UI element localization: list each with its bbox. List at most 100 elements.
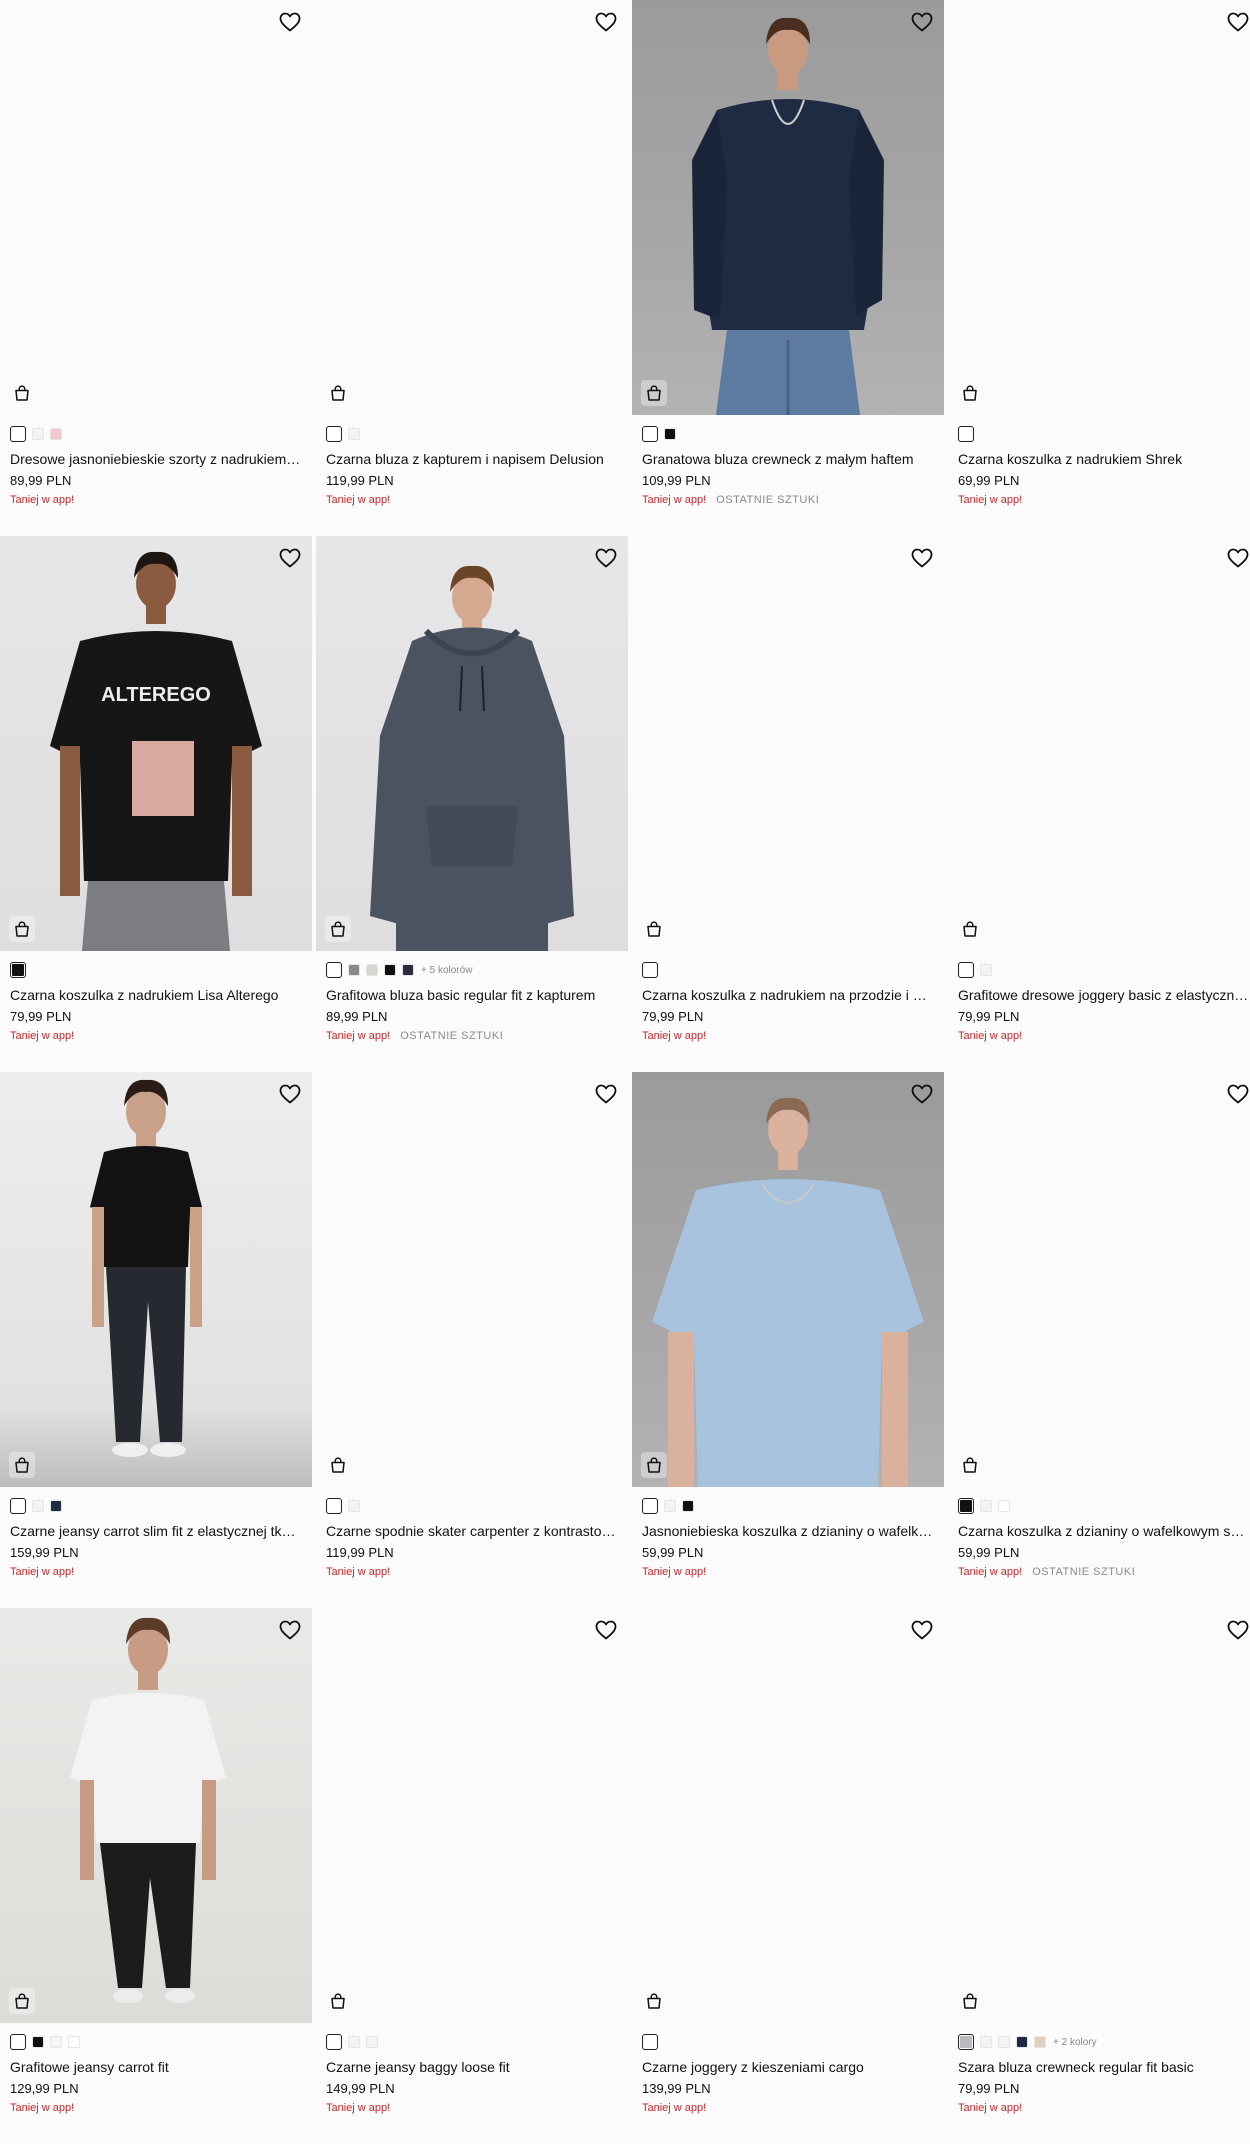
shopping-bag-icon[interactable] (9, 1452, 35, 1478)
color-swatch-selected[interactable] (642, 2034, 658, 2050)
heart-icon[interactable] (1226, 546, 1250, 570)
color-swatch-selected[interactable] (326, 962, 342, 978)
color-swatch-selected[interactable] (10, 1498, 26, 1514)
color-swatch[interactable] (384, 964, 396, 976)
color-swatch-selected[interactable] (958, 426, 974, 442)
product-name[interactable]: Czarna koszulka z dzianiny o wafelkowym … (958, 1522, 1250, 1540)
product-name[interactable]: Grafitowe jeansy carrot fit (10, 2058, 302, 2076)
color-swatch[interactable] (348, 964, 360, 976)
product-image-placeholder[interactable] (948, 536, 1250, 951)
product-card[interactable]: ALTEREGO Czarna koszulka z nadrukiem Lis… (0, 536, 312, 1072)
heart-icon[interactable] (910, 1618, 934, 1642)
color-swatch[interactable] (664, 428, 676, 440)
heart-icon[interactable] (278, 1618, 302, 1642)
color-swatch[interactable] (50, 1500, 62, 1512)
color-swatch[interactable] (32, 2036, 44, 2048)
product-name[interactable]: Czarne joggery z kieszeniami cargo (642, 2058, 934, 2076)
product-card[interactable]: Czarna koszulka z dzianiny o wafelkowym … (948, 1072, 1250, 1608)
heart-icon[interactable] (910, 1082, 934, 1106)
color-swatch[interactable] (366, 964, 378, 976)
product-card[interactable]: Czarna bluza z kapturem i napisem Delusi… (316, 0, 628, 536)
product-image[interactable] (632, 0, 944, 415)
color-swatch[interactable] (980, 964, 992, 976)
color-swatch[interactable] (32, 428, 44, 440)
color-swatch-selected[interactable] (10, 962, 26, 978)
product-image[interactable] (632, 1072, 944, 1487)
product-card[interactable]: Czarna koszulka z nadrukiem na przodzie … (632, 536, 944, 1072)
product-card[interactable]: Dresowe jasnoniebieskie szorty z nadruki… (0, 0, 312, 536)
heart-icon[interactable] (594, 1082, 618, 1106)
color-swatch-selected[interactable] (10, 426, 26, 442)
color-swatch[interactable] (998, 2036, 1010, 2048)
product-card[interactable]: Grafitowe dresowe joggery basic z elasty… (948, 536, 1250, 1072)
product-card[interactable]: Czarne joggery z kieszeniami cargo 139,99… (632, 1608, 944, 2144)
more-colors-label[interactable]: + 2 kolory (1053, 2037, 1097, 2048)
product-image[interactable] (0, 1072, 312, 1487)
shopping-bag-icon[interactable] (9, 916, 35, 942)
color-swatch[interactable] (50, 2036, 62, 2048)
shopping-bag-icon[interactable] (325, 916, 351, 942)
product-name[interactable]: Czarne spodnie skater carpenter z kontra… (326, 1522, 618, 1540)
product-card[interactable]: Granatowa bluza crewneck z małym haftem 1… (632, 0, 944, 536)
product-card[interactable]: Czarne jeansy baggy loose fit 149,99 PLN T… (316, 1608, 628, 2144)
color-swatch-selected[interactable] (326, 1498, 342, 1514)
color-swatch-selected[interactable] (642, 1498, 658, 1514)
shopping-bag-icon[interactable] (641, 380, 667, 406)
color-swatch-selected[interactable] (10, 2034, 26, 2050)
color-swatch-selected[interactable] (642, 426, 658, 442)
shopping-bag-icon[interactable] (9, 1988, 35, 2014)
heart-icon[interactable] (594, 10, 618, 34)
product-card[interactable]: Czarna koszulka z nadrukiem Shrek 69,99 P… (948, 0, 1250, 536)
product-card[interactable]: + 2 kolory Szara bluza crewneck regular f… (948, 1608, 1250, 2144)
product-image-placeholder[interactable] (948, 1608, 1250, 2023)
color-swatch[interactable] (348, 428, 360, 440)
shopping-bag-icon[interactable] (325, 1988, 351, 2014)
shopping-bag-icon[interactable] (641, 916, 667, 942)
product-image-placeholder[interactable] (316, 1608, 628, 2023)
shopping-bag-icon[interactable] (957, 916, 983, 942)
heart-icon[interactable] (278, 546, 302, 570)
product-name[interactable]: Czarne jeansy carrot slim fit z elastycz… (10, 1522, 302, 1540)
product-name[interactable]: Szara bluza crewneck regular fit basic (958, 2058, 1250, 2076)
heart-icon[interactable] (594, 1618, 618, 1642)
product-name[interactable]: Dresowe jasnoniebieskie szorty z nadruki… (10, 450, 302, 468)
product-card[interactable]: Czarne spodnie skater carpenter z kontra… (316, 1072, 628, 1608)
color-swatch[interactable] (32, 1500, 44, 1512)
shopping-bag-icon[interactable] (957, 1988, 983, 2014)
product-card[interactable]: Jasnoniebieska koszulka z dzianiny o waf… (632, 1072, 944, 1608)
more-colors-label[interactable]: + 5 kolorów (421, 965, 472, 976)
color-swatch-selected[interactable] (958, 962, 974, 978)
heart-icon[interactable] (278, 10, 302, 34)
color-swatch[interactable] (980, 2036, 992, 2048)
heart-icon[interactable] (910, 10, 934, 34)
heart-icon[interactable] (910, 546, 934, 570)
color-swatch[interactable] (348, 1500, 360, 1512)
color-swatch-selected[interactable] (958, 1498, 974, 1514)
shopping-bag-icon[interactable] (325, 380, 351, 406)
product-name[interactable]: Jasnoniebieska koszulka z dzianiny o waf… (642, 1522, 934, 1540)
product-image-placeholder[interactable] (632, 536, 944, 951)
shopping-bag-icon[interactable] (641, 1988, 667, 2014)
color-swatch-selected[interactable] (642, 962, 658, 978)
color-swatch[interactable] (68, 2036, 80, 2048)
product-image-placeholder[interactable] (632, 1608, 944, 2023)
color-swatch-selected[interactable] (326, 426, 342, 442)
color-swatch[interactable] (682, 1500, 694, 1512)
product-card[interactable]: + 5 kolorów Grafitowa bluza basic regular… (316, 536, 628, 1072)
product-name[interactable]: Granatowa bluza crewneck z małym haftem (642, 450, 934, 468)
color-swatch[interactable] (1016, 2036, 1028, 2048)
product-name[interactable]: Czarna koszulka z nadrukiem na przodzie … (642, 986, 934, 1004)
product-name[interactable]: Grafitowe dresowe joggery basic z elasty… (958, 986, 1250, 1004)
product-name[interactable]: Czarne jeansy baggy loose fit (326, 2058, 618, 2076)
color-swatch[interactable] (50, 428, 62, 440)
heart-icon[interactable] (278, 1082, 302, 1106)
product-card[interactable]: Czarne jeansy carrot slim fit z elastycz… (0, 1072, 312, 1608)
color-swatch[interactable] (348, 2036, 360, 2048)
product-name[interactable]: Czarna koszulka z nadrukiem Lisa Altereg… (10, 986, 302, 1004)
color-swatch[interactable] (664, 1500, 676, 1512)
heart-icon[interactable] (1226, 1618, 1250, 1642)
product-image[interactable] (316, 536, 628, 951)
shopping-bag-icon[interactable] (641, 1452, 667, 1478)
color-swatch[interactable] (366, 2036, 378, 2048)
color-swatch-selected[interactable] (958, 2034, 974, 2050)
